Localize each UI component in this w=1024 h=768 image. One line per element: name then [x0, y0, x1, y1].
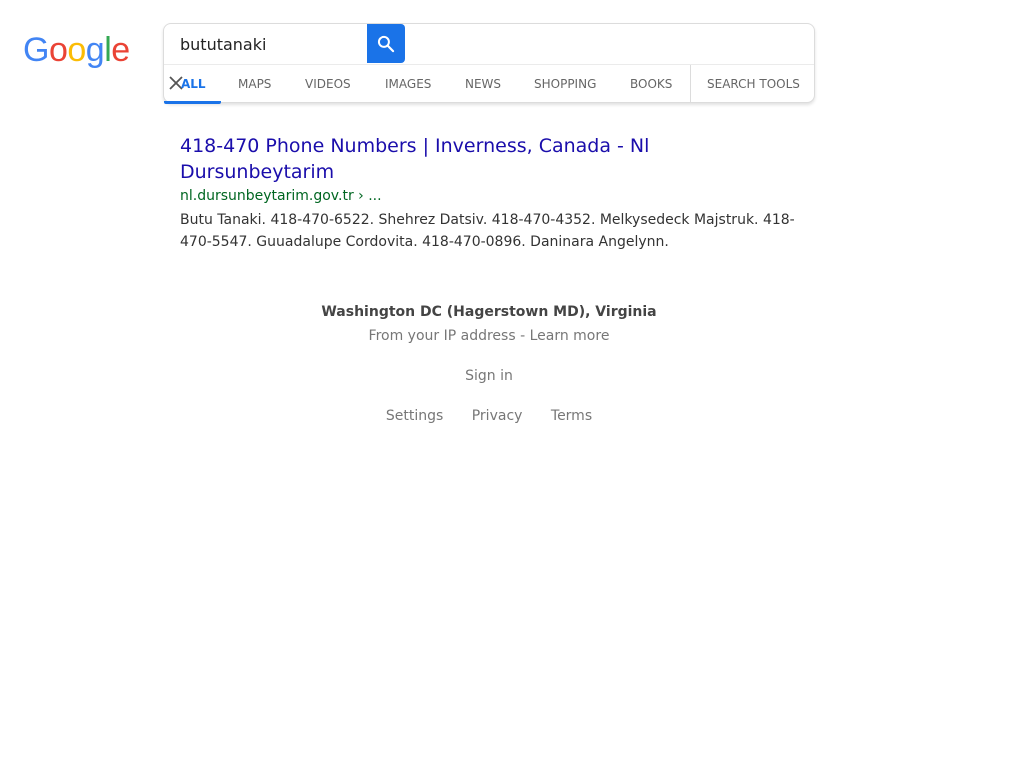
active-tab-indicator	[164, 101, 221, 104]
tab-divider	[690, 65, 691, 103]
settings-link[interactable]: Settings	[386, 408, 443, 424]
search-tabs: ALL MAPS VIDEOS IMAGES NEWS SHOPPING BOO…	[164, 64, 814, 104]
logo-letter: o	[67, 31, 86, 69]
search-row	[164, 24, 814, 64]
logo-letter: e	[111, 31, 130, 69]
search-results-page: Google ALL MAPS VIDEOS IMAGES NEWS SHOPP…	[0, 0, 1024, 768]
search-result: 418-470 Phone Numbers | Inverness, Canad…	[180, 133, 805, 253]
result-title-link[interactable]: 418-470 Phone Numbers | Inverness, Canad…	[180, 133, 805, 185]
tab-news[interactable]: NEWS	[465, 65, 501, 103]
terms-link[interactable]: Terms	[551, 408, 592, 424]
tab-search-tools[interactable]: SEARCH TOOLS	[707, 65, 800, 103]
result-snippet: Butu Tanaki. 418-470-6522. Shehrez Datsi…	[180, 212, 795, 250]
learn-more-link[interactable]: Learn more	[530, 328, 610, 344]
tab-shopping[interactable]: SHOPPING	[534, 65, 596, 103]
logo-letter: g	[85, 31, 105, 69]
search-button[interactable]	[367, 24, 405, 63]
tab-videos[interactable]: VIDEOS	[305, 65, 351, 103]
tab-images[interactable]: IMAGES	[385, 65, 431, 103]
tab-books[interactable]: BOOKS	[630, 65, 672, 103]
footer: Washington DC (Hagerstown MD), Virginia …	[163, 300, 815, 427]
tab-maps[interactable]: MAPS	[238, 65, 271, 103]
logo-letter: o	[48, 31, 68, 69]
logo-letter: G	[23, 31, 49, 69]
result-url[interactable]: nl.dursunbeytarim.gov.tr › ...	[180, 186, 805, 206]
logo-letter: l	[104, 31, 112, 69]
footer-ip-text: From your IP address -	[368, 328, 530, 344]
tab-all[interactable]: ALL	[181, 65, 206, 103]
sign-in-link[interactable]: Sign in	[163, 365, 815, 387]
footer-location: Washington DC (Hagerstown MD), Virginia	[321, 304, 657, 320]
footer-links: Settings Privacy Terms	[163, 405, 815, 427]
search-box: ALL MAPS VIDEOS IMAGES NEWS SHOPPING BOO…	[163, 23, 815, 104]
google-logo[interactable]: Google	[23, 30, 130, 70]
search-icon	[377, 35, 395, 52]
search-input[interactable]	[180, 32, 366, 56]
privacy-link[interactable]: Privacy	[472, 408, 523, 424]
footer-ip-line: From your IP address - Learn more	[163, 325, 815, 347]
